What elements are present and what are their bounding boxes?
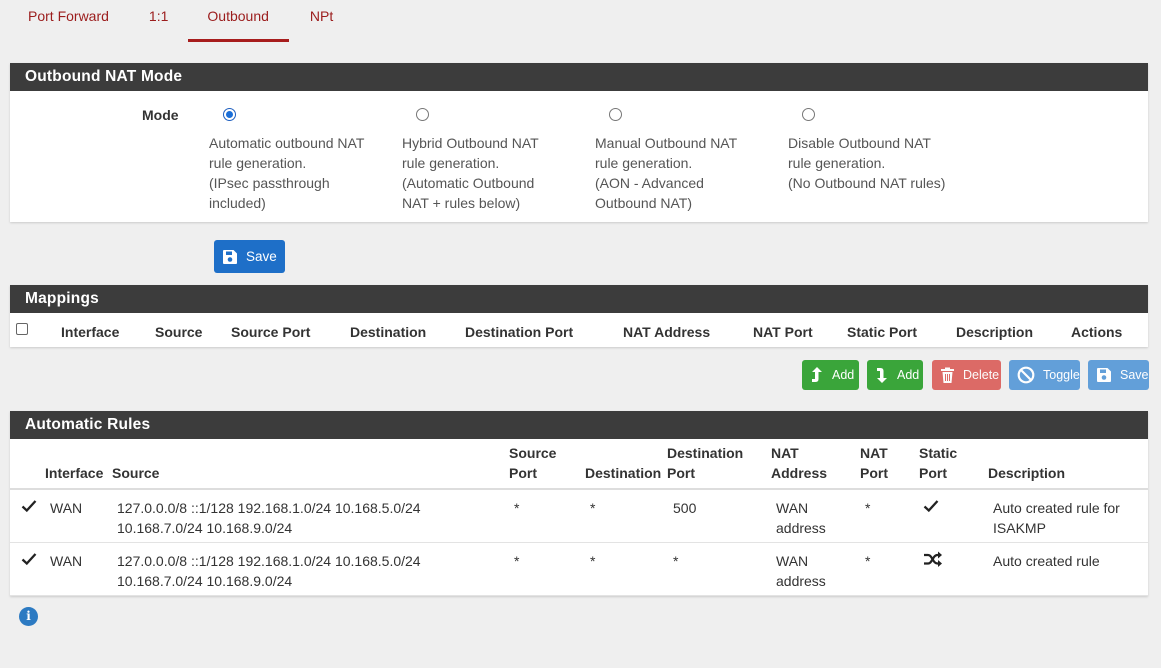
outbound-nat-mode-panel: Outbound NAT Mode Mode Automatic outboun… bbox=[10, 63, 1148, 222]
col-description: Description bbox=[988, 465, 1066, 481]
cell-destination-port: 500 bbox=[673, 500, 697, 516]
col-nat-port: NAT Port bbox=[753, 324, 813, 340]
cell-destination: * bbox=[590, 553, 596, 569]
trash-icon bbox=[941, 367, 954, 383]
cell-destination: * bbox=[590, 500, 596, 516]
col-source-port: Source Port bbox=[231, 324, 311, 340]
col-nat-port: NAT Port bbox=[860, 445, 888, 481]
mode-option-hybrid[interactable]: Hybrid Outbound NAT rule generation. (Au… bbox=[402, 108, 592, 213]
col-source-port: Source Port bbox=[509, 445, 557, 481]
cell-source: 127.0.0.0/8 ::1/128 192.168.1.0/24 10.16… bbox=[117, 500, 421, 536]
arrow-turn-down-icon bbox=[877, 368, 887, 383]
save-icon bbox=[223, 249, 237, 264]
add-bottom-button[interactable]: Add bbox=[867, 360, 923, 390]
cell-interface: WAN bbox=[50, 500, 83, 516]
cell-nat-port: * bbox=[865, 500, 871, 516]
delete-button[interactable]: Delete bbox=[932, 360, 1001, 390]
mappings-save-label: Save bbox=[1120, 368, 1149, 382]
mode-desc-manual: Manual Outbound NAT rule generation. (AO… bbox=[595, 135, 738, 211]
col-description: Description bbox=[956, 324, 1034, 340]
col-static-port: Static Port bbox=[847, 324, 918, 340]
table-row[interactable]: WAN 127.0.0.0/8 ::1/128 192.168.1.0/24 1… bbox=[10, 490, 1148, 543]
panel-title: Outbound NAT Mode bbox=[10, 63, 1148, 91]
col-source: Source bbox=[112, 465, 160, 481]
delete-label: Delete bbox=[963, 368, 1000, 382]
shuffle-icon bbox=[924, 551, 942, 567]
panel-title: Mappings bbox=[10, 285, 1148, 313]
mode-desc-disable: Disable Outbound NAT rule generation. (N… bbox=[788, 135, 946, 191]
cell-nat-port: * bbox=[865, 553, 871, 569]
cell-destination-port: * bbox=[673, 553, 679, 569]
mode-option-disable[interactable]: Disable Outbound NAT rule generation. (N… bbox=[788, 108, 978, 193]
col-destination-port: Destination Port bbox=[465, 324, 574, 340]
info-icon[interactable]: i bbox=[19, 607, 38, 626]
cell-source-port: * bbox=[514, 553, 520, 569]
col-interface: Interface bbox=[61, 324, 120, 340]
mappings-save-button[interactable]: Save bbox=[1088, 360, 1149, 390]
tab-outbound[interactable]: Outbound bbox=[188, 0, 289, 42]
add-bottom-label: Add bbox=[897, 368, 920, 382]
toggle-label: Toggle bbox=[1043, 368, 1080, 382]
automatic-rules-panel: Automatic Rules Interface Source Source … bbox=[10, 411, 1148, 596]
mode-radio-disable[interactable] bbox=[802, 108, 815, 121]
check-icon bbox=[21, 553, 37, 566]
mode-label: Mode bbox=[142, 107, 179, 123]
cell-description: Auto created rule for ISAKMP bbox=[993, 500, 1120, 536]
arrow-turn-up-icon bbox=[812, 367, 822, 382]
add-top-button[interactable]: Add bbox=[802, 360, 859, 390]
mappings-header-row: Interface Source Source Port Destination… bbox=[10, 322, 1148, 342]
check-icon bbox=[21, 500, 37, 513]
toggle-button[interactable]: Toggle bbox=[1009, 360, 1080, 390]
nat-tabs: Port Forward 1:1 Outbound NPt bbox=[10, 0, 351, 42]
mode-option-manual[interactable]: Manual Outbound NAT rule generation. (AO… bbox=[595, 108, 785, 213]
tab-port-forward[interactable]: Port Forward bbox=[10, 0, 127, 42]
check-icon bbox=[923, 500, 939, 513]
automatic-rules-table: Interface Source Source Port Destination… bbox=[10, 439, 1148, 596]
col-destination: Destination bbox=[350, 324, 427, 340]
add-top-label: Add bbox=[832, 368, 855, 382]
mode-save-button[interactable]: Save bbox=[214, 240, 285, 273]
auto-header-row: Interface Source Source Port Destination… bbox=[10, 439, 1148, 490]
mode-radio-manual[interactable] bbox=[609, 108, 622, 121]
select-all-checkbox[interactable] bbox=[16, 323, 28, 335]
panel-title: Automatic Rules bbox=[10, 411, 1148, 439]
col-static-port: Static Port bbox=[919, 445, 958, 481]
ban-icon bbox=[1017, 366, 1035, 384]
mode-radio-hybrid[interactable] bbox=[416, 108, 429, 121]
cell-interface: WAN bbox=[50, 553, 83, 569]
save-label: Save bbox=[246, 249, 277, 264]
col-destination: Destination bbox=[585, 465, 662, 481]
cell-description: Auto created rule bbox=[993, 553, 1100, 569]
mode-radio-automatic[interactable] bbox=[223, 108, 236, 121]
cell-nat-address: WAN address bbox=[776, 500, 826, 536]
col-nat-address: NAT Address bbox=[771, 445, 828, 481]
tab-npt[interactable]: NPt bbox=[289, 0, 351, 42]
col-nat-address: NAT Address bbox=[623, 324, 711, 340]
mode-option-automatic[interactable]: Automatic outbound NAT rule generation. … bbox=[209, 108, 399, 213]
cell-nat-address: WAN address bbox=[776, 553, 826, 589]
mode-desc-hybrid: Hybrid Outbound NAT rule generation. (Au… bbox=[402, 135, 539, 211]
tab-one-to-one[interactable]: 1:1 bbox=[127, 0, 188, 42]
cell-source: 127.0.0.0/8 ::1/128 192.168.1.0/24 10.16… bbox=[117, 553, 421, 589]
col-interface: Interface bbox=[45, 465, 104, 481]
save-icon bbox=[1097, 368, 1111, 382]
col-source: Source bbox=[155, 324, 203, 340]
mappings-panel: Mappings Interface Source Source Port De… bbox=[10, 285, 1148, 347]
col-actions: Actions bbox=[1071, 324, 1123, 340]
mode-desc-automatic: Automatic outbound NAT rule generation. … bbox=[209, 135, 365, 211]
cell-source-port: * bbox=[514, 500, 520, 516]
col-destination-port: Destination Port bbox=[667, 445, 744, 481]
table-row[interactable]: WAN 127.0.0.0/8 ::1/128 192.168.1.0/24 1… bbox=[10, 543, 1148, 596]
